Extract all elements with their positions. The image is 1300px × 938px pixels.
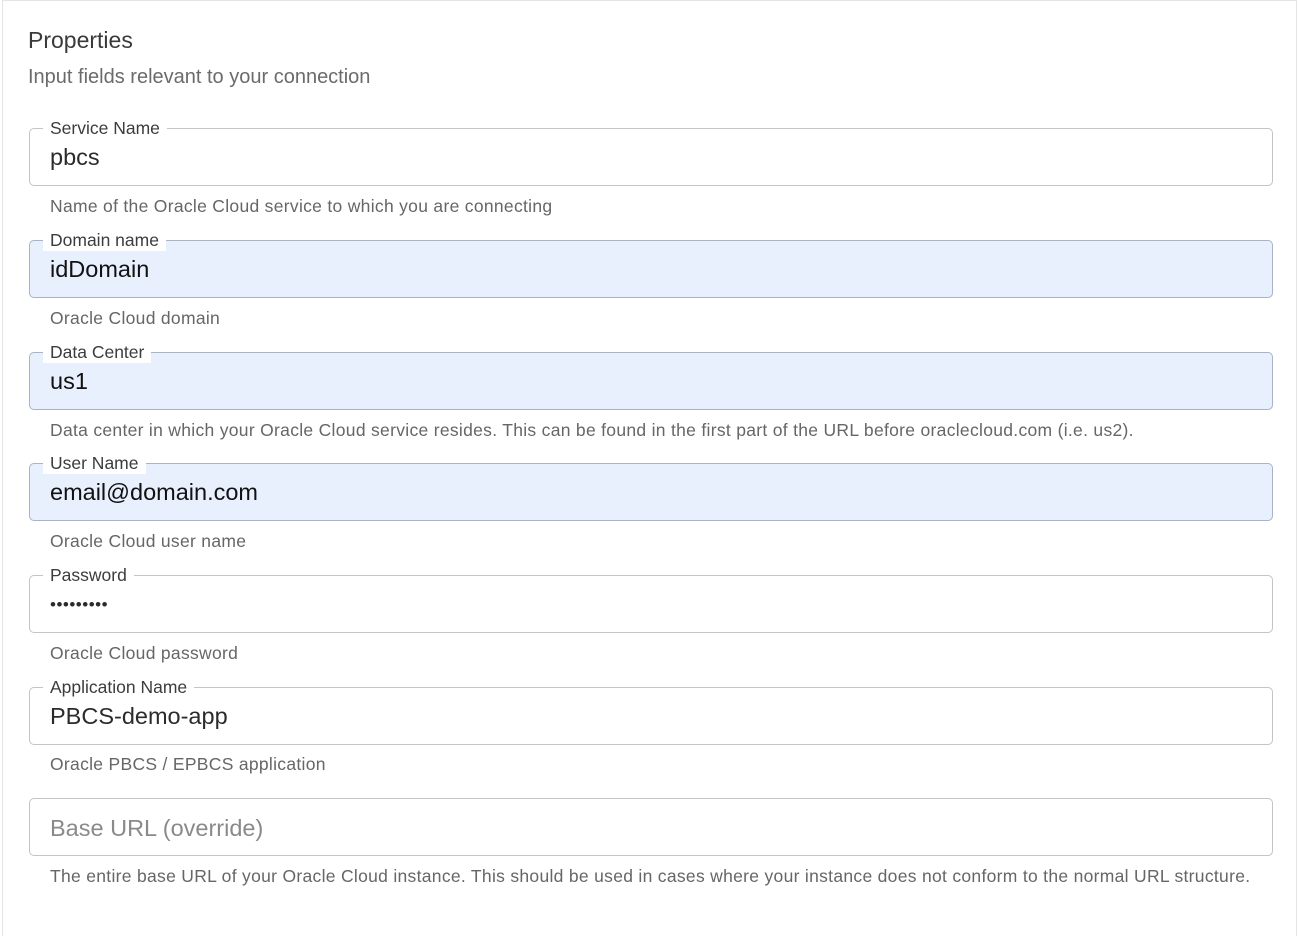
- data-center-field[interactable]: Data Center us1: [29, 341, 1273, 410]
- application-name-label: Application Name: [43, 676, 195, 698]
- password-helper: Oracle Cloud password: [50, 643, 239, 663]
- user-name-field[interactable]: User Name email@domain.com: [29, 452, 1273, 521]
- user-name-value[interactable]: email@domain.com: [50, 477, 258, 507]
- domain-name-field[interactable]: Domain name idDomain: [29, 229, 1273, 298]
- base-url-helper: The entire base URL of your Oracle Cloud…: [50, 866, 1251, 886]
- domain-name-value[interactable]: idDomain: [50, 254, 149, 284]
- base-url-placeholder[interactable]: Base URL (override): [50, 813, 263, 843]
- data-center-helper: Data center in which your Oracle Cloud s…: [50, 420, 1134, 440]
- service-name-value[interactable]: pbcs: [50, 142, 100, 172]
- section-title: Properties: [28, 27, 133, 53]
- data-center-label: Data Center: [43, 341, 152, 363]
- password-label: Password: [43, 564, 134, 586]
- data-center-value[interactable]: us1: [50, 366, 88, 396]
- application-name-helper: Oracle PBCS / EPBCS application: [50, 754, 326, 774]
- password-value[interactable]: •••••••••: [50, 590, 108, 620]
- password-field[interactable]: Password •••••••••: [29, 564, 1273, 633]
- base-url-field[interactable]: Base URL (override): [29, 798, 1273, 856]
- domain-name-helper: Oracle Cloud domain: [50, 308, 221, 328]
- service-name-helper: Name of the Oracle Cloud service to whic…: [50, 196, 553, 216]
- application-name-field[interactable]: Application Name PBCS-demo-app: [29, 676, 1273, 745]
- domain-name-label: Domain name: [43, 229, 166, 251]
- user-name-label: User Name: [43, 452, 146, 474]
- user-name-helper: Oracle Cloud user name: [50, 531, 247, 551]
- application-name-value[interactable]: PBCS-demo-app: [50, 701, 228, 731]
- service-name-label: Service Name: [43, 117, 167, 139]
- section-subtitle: Input fields relevant to your connection: [28, 66, 371, 88]
- service-name-field[interactable]: Service Name pbcs: [29, 117, 1273, 186]
